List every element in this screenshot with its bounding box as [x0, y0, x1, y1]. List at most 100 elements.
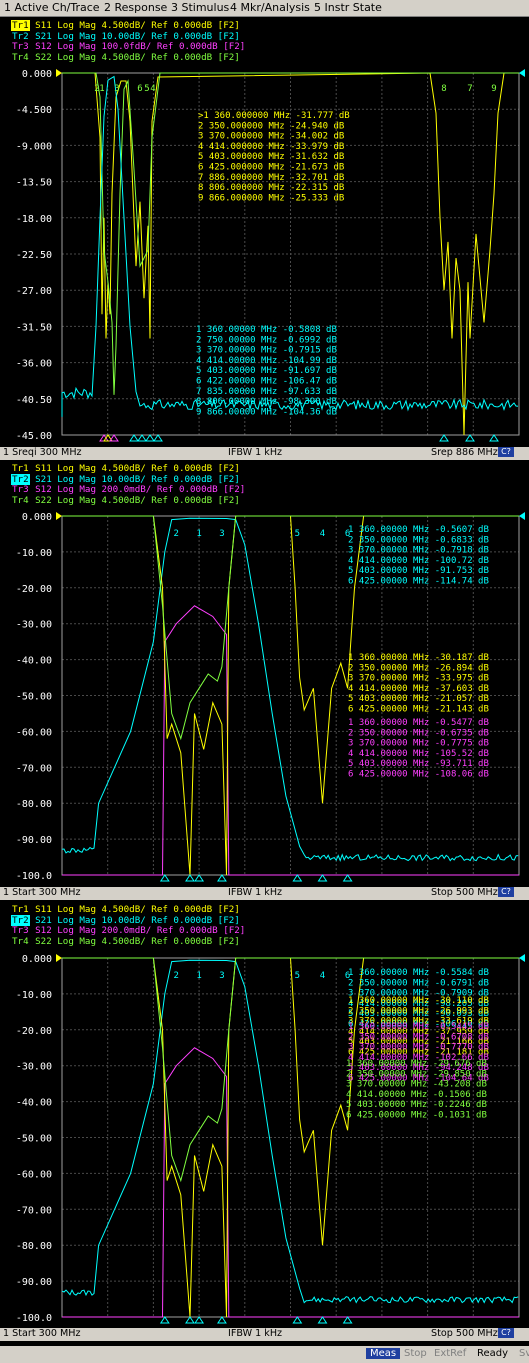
- cal-status-badge[interactable]: C?: [498, 887, 514, 897]
- y-tick-label: -10.00: [16, 548, 52, 559]
- marker-readout: 9 866.00000 MHz -104.36 dB: [196, 407, 337, 417]
- cal-status-badge[interactable]: C?: [498, 1328, 514, 1338]
- start-freq: 1 Start 300 MHz: [3, 887, 81, 898]
- y-tick-label: -40.00: [16, 656, 52, 667]
- ref-level-arrow-left-icon: [56, 954, 62, 962]
- marker-readout: 1 360.00000 MHz -0.5808 dB: [196, 325, 337, 335]
- channel-2-window[interactable]: Tr1 S11 Log Mag 4.500dB/ Ref 0.000dB [F2…: [0, 462, 529, 902]
- marker-arrow-icon: [292, 874, 303, 882]
- marker-label: 3: [219, 971, 224, 981]
- y-tick-label: 0.000: [22, 69, 52, 80]
- menu-response[interactable]: 2 Response: [104, 1, 167, 14]
- marker-readout: 1 360.00000 MHz -30.110 dB: [348, 996, 489, 1006]
- marker-readout: 1 360.00000 MHz -0.5477 dB: [348, 718, 489, 728]
- marker-arrow-icon: [145, 434, 155, 442]
- marker-readout: 7 835.00000 MHz -97.633 dB: [196, 387, 337, 397]
- marker-readout: 4 414.00000 MHz -105.52 dB: [348, 749, 489, 759]
- y-tick-label: -40.00: [16, 1098, 52, 1109]
- y-tick-label: -9.000: [16, 141, 52, 152]
- marker-readout: 2 350.000000 MHz -24.940 dB: [198, 121, 344, 131]
- marker-label: 4: [150, 84, 155, 94]
- y-tick-label: -50.00: [16, 1134, 52, 1145]
- y-tick-label: -80.00: [16, 799, 52, 810]
- marker-label: 4: [320, 529, 325, 539]
- marker-label: 2: [174, 971, 179, 981]
- y-tick-label: -10.00: [16, 990, 52, 1001]
- start-freq: 1 Start 300 MHz: [3, 1328, 81, 1339]
- marker-readout: 1 360.00000 MHz -0.5584 dB: [348, 968, 489, 978]
- menu-instr-state[interactable]: 5 Instr State: [314, 1, 382, 14]
- marker-label: 1: [196, 971, 201, 981]
- y-tick-label: -90.00: [16, 1277, 52, 1288]
- marker-readout: 6 425.00000 MHz -0.1032 dB: [346, 462, 487, 465]
- y-tick-label: -30.00: [16, 620, 52, 631]
- marker-readout: 6 425.00000 MHz -114.74 dB: [348, 577, 489, 587]
- ref-level-arrow-right-icon: [519, 512, 525, 520]
- stop-indicator: Stop: [404, 1348, 427, 1359]
- marker-readout: 2 750.00000 MHz -0.6992 dB: [196, 335, 337, 345]
- marker-label: 5: [144, 84, 149, 94]
- marker-readout: 4 414.00000 MHz -104.99 dB: [196, 356, 337, 366]
- y-tick-label: -30.00: [16, 1062, 52, 1073]
- menu-stimulus[interactable]: 3 Stimulus: [171, 1, 229, 14]
- marker-readout: 2 350.00000 MHz -0.6735 dB: [348, 728, 489, 738]
- ref-level-arrow-left-icon: [56, 512, 62, 520]
- marker-readout: 4 414.000000 MHz -33.979 dB: [198, 142, 344, 152]
- channel-3-window[interactable]: Tr1 S11 Log Mag 4.500dB/ Ref 0.000dB [F2…: [0, 903, 529, 1345]
- y-tick-label: -22.50: [16, 250, 52, 261]
- ref-level-arrow-right-icon: [519, 954, 525, 962]
- plot-area[interactable]: 0.000 -10.00 -20.00 -30.00 -40.00 -50.00 -60.0…: [0, 462, 529, 888]
- marker-readout: 9 866.000000 MHz -25.333 dB: [198, 193, 344, 203]
- marker-arrow-icon: [153, 434, 163, 442]
- marker-readout: 3 370.000000 MHz -34.002 dB: [198, 132, 344, 142]
- marker-arrow-icon: [109, 434, 119, 442]
- y-tick-label: -70.00: [16, 763, 52, 774]
- y-tick-label: -100.0: [16, 871, 52, 882]
- marker-arrow-icon: [317, 874, 328, 882]
- menu-bar: 1 Active Ch/Trace 2 Response 3 Stimulus …: [0, 0, 529, 17]
- marker-arrow-icon: [439, 434, 449, 442]
- y-tick-label: -36.00: [16, 359, 52, 370]
- marker-readout: 5 403.00000 MHz -91.753 dB: [348, 566, 489, 576]
- cal-status-badge[interactable]: C?: [498, 447, 514, 457]
- marker-label: 4: [320, 971, 325, 981]
- marker-readout: 6 422.00000 MHz -106.47 dB: [196, 377, 337, 387]
- marker-label: 5: [295, 529, 300, 539]
- marker-readout: 6 425.000000 MHz -21.673 dB: [198, 163, 344, 173]
- marker-readout: 2 350.00000 MHz -0.6708 dB: [348, 1032, 489, 1042]
- plot-area[interactable]: 0.000 -10.00 -20.00 -30.00 -40.00 -50.00 -60.0…: [0, 903, 529, 1329]
- y-tick-label: -70.00: [16, 1205, 52, 1216]
- marker-arrow-icon: [465, 434, 475, 442]
- marker-readout: 1 360.00000 MHz -0.5607 dB: [348, 525, 489, 535]
- ready-indicator: Ready: [477, 1348, 509, 1359]
- marker-readout: 2 350.00000 MHz -26.993 dB: [348, 1006, 489, 1016]
- marker-readout: 2 350.00000 MHz -26.894 dB: [348, 663, 489, 673]
- menu-active-ch-trace[interactable]: 1 Active Ch/Trace: [4, 1, 100, 14]
- marker-readout: 4 414.00000 MHz -37.603 dB: [348, 684, 489, 694]
- stop-freq: Stop 500 MHz: [431, 887, 498, 898]
- marker-label: 8: [441, 84, 446, 94]
- marker-readout: 1 360.00000 MHz -0.5445 dB: [348, 1022, 489, 1032]
- marker-readout: 3 370.00000 MHz -0.7770 dB: [348, 1043, 489, 1053]
- marker-label: 3: [219, 529, 224, 539]
- y-tick-label: -18.00: [16, 214, 52, 225]
- y-tick-label: -50.00: [16, 692, 52, 703]
- marker-readout: 2 350.00000 MHz -29.850 dB: [346, 1069, 487, 1079]
- marker-readout: 8 806.00000 MHz -98.390 dB: [196, 397, 337, 407]
- marker-label: 2: [174, 529, 179, 539]
- menu-mkr-analysis[interactable]: 4 Mkr/Analysis: [230, 1, 310, 14]
- channel-1-window[interactable]: Tr1 S11 Log Mag 4.500dB/ Ref 0.000dB [F2…: [0, 17, 529, 461]
- marker-readout: 3 370.00000 MHz -0.7775 dB: [348, 739, 489, 749]
- marker-arrow-icon: [217, 1316, 227, 1324]
- marker-arrow-icon: [159, 874, 170, 882]
- marker-readout: 1 360.00000 MHz -30.187 dB: [348, 653, 489, 663]
- marker-readout: 6 425.00000 MHz -21.143 dB: [348, 705, 489, 715]
- marker-readout: 4 414.00000 MHz -100.72 dB: [348, 556, 489, 566]
- ref-level-arrow-right-icon: [519, 69, 525, 77]
- marker-arrow-icon: [129, 434, 139, 442]
- y-tick-label: -100.0: [16, 1313, 52, 1324]
- marker-readout: 7 886.000000 MHz -32.701 dB: [198, 173, 344, 183]
- marker-arrow-icon: [185, 874, 195, 882]
- marker-label: 5: [295, 971, 300, 981]
- plot-area[interactable]: 0.000 -4.500 -9.000 -13.50 -18.00 -22.50 -27.0…: [0, 17, 529, 447]
